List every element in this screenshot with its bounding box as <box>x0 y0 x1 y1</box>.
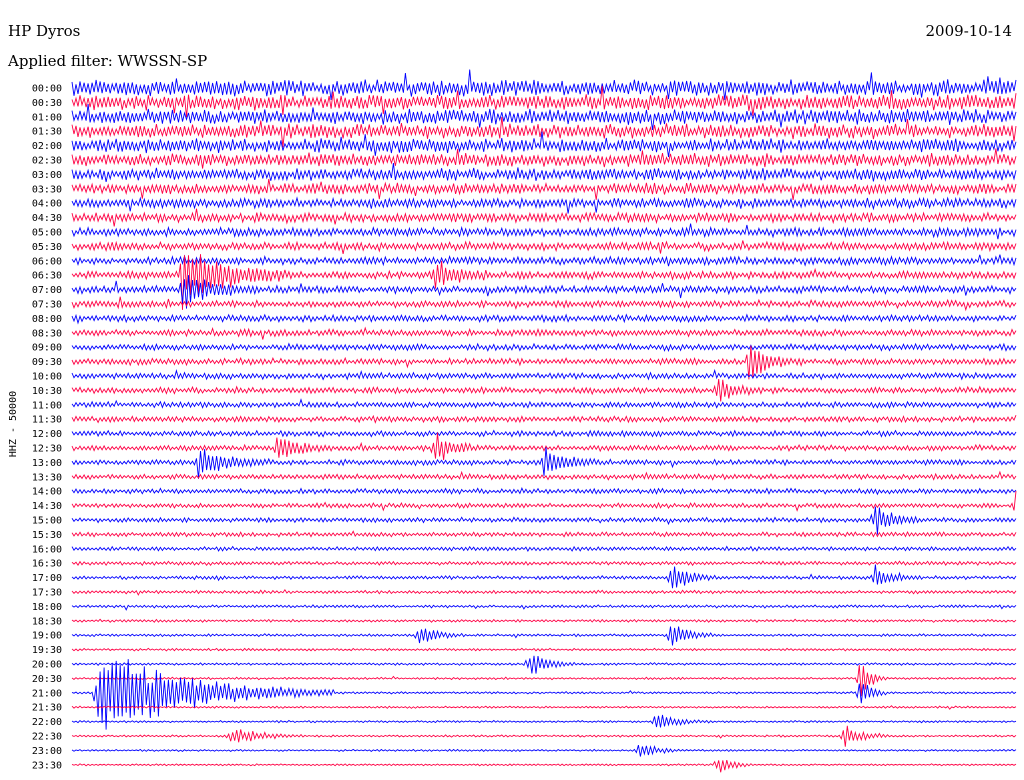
tick-label: 00:30 <box>32 98 62 109</box>
tick-label: 20:00 <box>32 660 62 671</box>
trace-row-1000 <box>71 368 1017 381</box>
trace-row-2230 <box>71 725 1017 747</box>
tick-label: 19:00 <box>32 631 62 642</box>
tick-label: 02:30 <box>32 156 62 167</box>
tick-label: 08:30 <box>32 328 62 339</box>
trace-row-0400 <box>71 196 1017 214</box>
tick-label: 01:30 <box>32 127 62 138</box>
trace-row-1600 <box>71 545 1017 552</box>
tick-label: 21:00 <box>32 688 62 699</box>
tick-label: 11:00 <box>32 400 62 411</box>
trace-row-1400 <box>71 487 1017 496</box>
tick-label: 13:30 <box>32 472 62 483</box>
trace-row-0430 <box>71 208 1017 227</box>
trace-row-1100 <box>71 398 1017 409</box>
trace-row-0000 <box>71 69 1017 101</box>
trace-row-1200 <box>71 429 1017 438</box>
tick-label: 18:00 <box>32 602 62 613</box>
tick-label: 04:30 <box>32 213 62 224</box>
trace-row-2100 <box>71 659 1017 730</box>
tick-label: 16:30 <box>32 559 62 570</box>
trace-row-1730 <box>71 588 1017 596</box>
tick-label: 15:30 <box>32 530 62 541</box>
trace-row-1300 <box>71 447 1017 479</box>
trace-row-1930 <box>71 647 1017 652</box>
trace-row-0830 <box>71 326 1017 340</box>
tick-label: 07:00 <box>32 285 62 296</box>
trace-row-2200 <box>71 714 1017 728</box>
tick-label: 10:00 <box>32 372 62 383</box>
tick-label: 17:30 <box>32 588 62 599</box>
tick-label: 22:30 <box>32 732 62 743</box>
trace-row-1530 <box>71 530 1017 538</box>
trace-row-1030 <box>71 378 1017 402</box>
trace-row-0500 <box>71 223 1017 240</box>
tick-label: 20:30 <box>32 674 62 685</box>
tick-label: 21:30 <box>32 703 62 714</box>
trace-row-1900 <box>71 626 1017 646</box>
tick-label: 19:30 <box>32 645 62 656</box>
trace-row-2130 <box>71 705 1017 710</box>
date-label: 2009-10-14 <box>925 22 1012 40</box>
filter-label: Applied filter: WWSSN-SP <box>8 52 208 70</box>
trace-row-0800 <box>71 313 1017 325</box>
trace-row-1130 <box>71 414 1017 424</box>
trace-row-0730 <box>71 296 1017 312</box>
trace-row-1430 <box>71 491 1017 512</box>
time-tick-labels: 00:00 00:30 01:00 01:30 02:00 02:30 03:00 03:30… <box>32 84 62 772</box>
trace-row-1630 <box>71 560 1017 567</box>
tick-label: 22:00 <box>32 717 62 728</box>
tick-label: 06:30 <box>32 271 62 282</box>
tick-label: 06:00 <box>32 256 62 267</box>
tick-label: 15:00 <box>32 516 62 527</box>
trace-row-0530 <box>71 240 1017 254</box>
tick-label: 07:30 <box>32 300 62 311</box>
trace-row-0130 <box>71 116 1017 148</box>
helicorder-plot: 00:00 00:30 01:00 01:30 02:00 02:30 03:00 03:30… <box>8 69 1017 773</box>
tick-label: 03:30 <box>32 184 62 195</box>
trace-group <box>71 69 1017 773</box>
tick-label: 14:30 <box>32 501 62 512</box>
trace-row-1500 <box>71 506 1017 535</box>
tick-label: 18:30 <box>32 616 62 627</box>
tick-label: 10:30 <box>32 386 62 397</box>
tick-label: 13:00 <box>32 458 62 469</box>
tick-label: 16:00 <box>32 544 62 555</box>
trace-row-0330 <box>71 179 1017 200</box>
trace-row-0600 <box>71 254 1017 267</box>
tick-label: 14:00 <box>32 487 62 498</box>
trace-row-1700 <box>71 564 1017 589</box>
channel-label: HHZ - 50000 <box>8 391 19 457</box>
tick-label: 03:00 <box>32 170 62 181</box>
trace-row-2330 <box>71 759 1017 773</box>
tick-label: 17:00 <box>32 573 62 584</box>
tick-label: 02:00 <box>32 141 62 152</box>
trace-row-2300 <box>71 744 1017 757</box>
tick-label: 09:30 <box>32 357 62 368</box>
trace-row-0930 <box>71 345 1017 380</box>
tick-label: 05:30 <box>32 242 62 253</box>
trace-row-0230 <box>71 148 1017 169</box>
tick-label: 00:00 <box>32 84 62 95</box>
tick-label: 01:00 <box>32 112 62 123</box>
tick-label: 11:30 <box>32 415 62 426</box>
tick-label: 08:00 <box>32 314 62 325</box>
station-title: HP Dyros <box>8 22 81 40</box>
tick-label: 23:30 <box>32 760 62 771</box>
trace-row-1230 <box>71 432 1017 461</box>
trace-row-1830 <box>71 618 1017 623</box>
tick-label: 09:00 <box>32 343 62 354</box>
tick-label: 12:00 <box>32 429 62 440</box>
trace-row-2000 <box>71 655 1017 674</box>
tick-label: 04:00 <box>32 199 62 210</box>
trace-row-0900 <box>71 342 1017 352</box>
tick-label: 05:00 <box>32 228 62 239</box>
tick-label: 23:00 <box>32 746 62 757</box>
tick-label: 12:30 <box>32 444 62 455</box>
trace-row-1800 <box>71 604 1017 611</box>
